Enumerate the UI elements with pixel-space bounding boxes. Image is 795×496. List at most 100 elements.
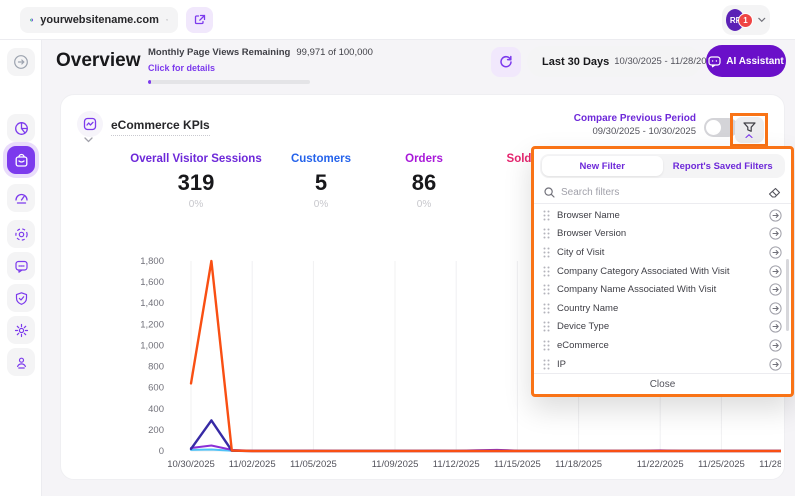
y-axis-label: 200 [148,425,164,436]
x-axis-label: 11/22/2025 [637,459,684,470]
tab-saved-filters[interactable]: Report's Saved Filters [663,156,784,176]
funnel-icon [742,122,756,132]
scrollbar[interactable] [786,259,789,331]
x-axis-label: 10/30/2025 [167,459,215,470]
x-axis-label: 11/05/2025 [290,459,337,470]
kpi-delta: 0% [313,199,329,210]
kpi-delta: 0% [416,199,432,210]
user-menu[interactable]: RF 1 [722,5,770,35]
y-axis-label: 1,200 [140,319,164,330]
sidebar-item-account[interactable] [7,348,35,376]
filter-item-label: Country Name [557,302,619,314]
filter-search-input[interactable] [561,187,762,198]
refresh-button[interactable] [491,47,521,77]
filter-item-label: Device Type [557,321,610,333]
filter-item-ip[interactable]: IP [534,355,791,373]
external-link-icon [194,14,205,25]
x-axis-label: 11/12/2025 [433,459,480,470]
kpi-customers[interactable]: Customers 5 0% [276,153,366,210]
sidebar-item-security[interactable] [7,284,35,312]
filter-item-company-name-associated-with-visit[interactable]: Company Name Associated With Visit [534,280,791,299]
filter-item-label: City of Visit [557,246,605,258]
arrow-right-circle-icon[interactable] [769,264,782,278]
filter-item-label: eCommerce [557,339,609,351]
tab-new-filter[interactable]: New Filter [542,156,663,176]
x-axis-label: 11/02/2025 [229,459,276,470]
monthly-views-label: Monthly Page Views Remaining [148,47,291,58]
arrow-right-circle-icon[interactable] [769,246,782,259]
refresh-icon [500,55,512,68]
chevron-down-icon [165,19,168,21]
kpi-label: Customers [290,153,352,165]
sidebar-item-chat[interactable] [7,252,35,280]
series-indigo-line [189,419,781,453]
audience-target-icon [14,227,28,241]
chevron-down-icon [758,17,766,23]
account-pin-icon [16,357,26,369]
kpi-orders[interactable]: Orders 86 0% [389,153,459,210]
filter-item-city-of-visit[interactable]: City of Visit [534,243,791,262]
ai-assistant-button[interactable]: AI Assistant [706,45,786,77]
date-range-selector[interactable]: Last 30 Days 10/30/2025 - 11/28/2025 [527,46,717,77]
filter-item-browser-version[interactable]: Browser Version [534,225,791,244]
notification-badge: 1 [738,13,753,28]
kpi-value: 319 [177,170,215,195]
kpi-section-icon-wrap [77,111,103,137]
monthly-page-views: Monthly Page Views Remaining 99,971 of 1… [148,47,373,84]
arrow-right-circle-icon[interactable] [769,227,782,240]
sidebar-item-expand[interactable] [7,48,35,76]
ai-assistant-label: AI Assistant [726,55,784,67]
y-axis-label: 400 [148,404,164,415]
drag-handle-icon [543,247,550,258]
arrow-right-circle-icon[interactable] [769,320,782,333]
sidebar-item-performance[interactable] [7,184,35,212]
filter-item-browser-name[interactable]: Browser Name [534,206,791,225]
y-axis-label: 1,000 [140,340,164,351]
kpi-delta: 0% [188,199,204,210]
date-range: 10/30/2025 - 11/28/2025 [614,56,718,67]
drag-handle-icon [543,284,550,295]
compare-range: 09/30/2025 - 10/30/2025 [592,126,696,137]
section-chevron-down-icon[interactable] [84,137,93,143]
x-axis-label: 11/28/2025 [759,459,781,470]
arrow-right-circle-icon[interactable] [769,339,782,352]
filter-item-company-category-associated-with-visit[interactable]: Company Category Associated With Visit [534,262,791,281]
date-preset: Last 30 Days [542,55,610,68]
open-site-button[interactable] [186,7,213,33]
arrow-right-circle-icon[interactable] [769,283,782,296]
monthly-views-progressbar [148,80,310,84]
kpi-overall-visitor-sessions[interactable]: Overall Visitor Sessions 319 0% [116,153,276,210]
sidebar-item-audience[interactable] [7,220,35,248]
dashboard-root: yourwebsitename.com RF 1 Overview Monthl… [0,0,795,496]
sidebar-item-analytics[interactable] [7,114,35,142]
drag-handle-icon [543,210,550,221]
settings-gear-icon [14,323,28,337]
filter-list: Browser Name Browser Version City of Visit… [534,204,791,373]
chevron-up-icon [745,134,753,138]
drag-handle-icon [543,359,550,370]
filter-item-device-type[interactable]: Device Type [534,318,791,337]
expand-icon [14,55,28,69]
filter-item-country-name[interactable]: Country Name [534,299,791,318]
eraser-clear-icon[interactable] [768,187,781,199]
filter-button[interactable] [734,117,764,143]
filter-item-ecommerce[interactable]: eCommerce [534,336,791,355]
site-name: yourwebsitename.com [40,14,159,26]
kpi-value: 5 [314,170,328,195]
arrow-right-circle-icon[interactable] [769,209,782,222]
kpi-label: Overall Visitor Sessions [130,153,262,165]
filter-item-label: Company Name Associated With Visit [557,284,717,296]
arrow-right-circle-icon[interactable] [769,357,782,371]
search-icon [544,187,555,198]
website-selector[interactable]: yourwebsitename.com [20,7,178,33]
click-for-details-link[interactable]: Click for details [148,63,215,73]
analytics-pie-icon [14,121,28,135]
monthly-views-value: 99,971 of 100,000 [296,47,373,58]
sidebar-item-settings[interactable] [7,316,35,344]
y-axis-label: 800 [148,362,164,373]
close-button[interactable]: Close [534,373,791,394]
y-axis-label: 600 [148,383,164,394]
sidebar-item-ecommerce[interactable] [7,146,35,174]
compare-previous-period: Compare Previous Period 09/30/2025 - 10/… [536,113,696,137]
arrow-right-circle-icon[interactable] [769,302,782,315]
